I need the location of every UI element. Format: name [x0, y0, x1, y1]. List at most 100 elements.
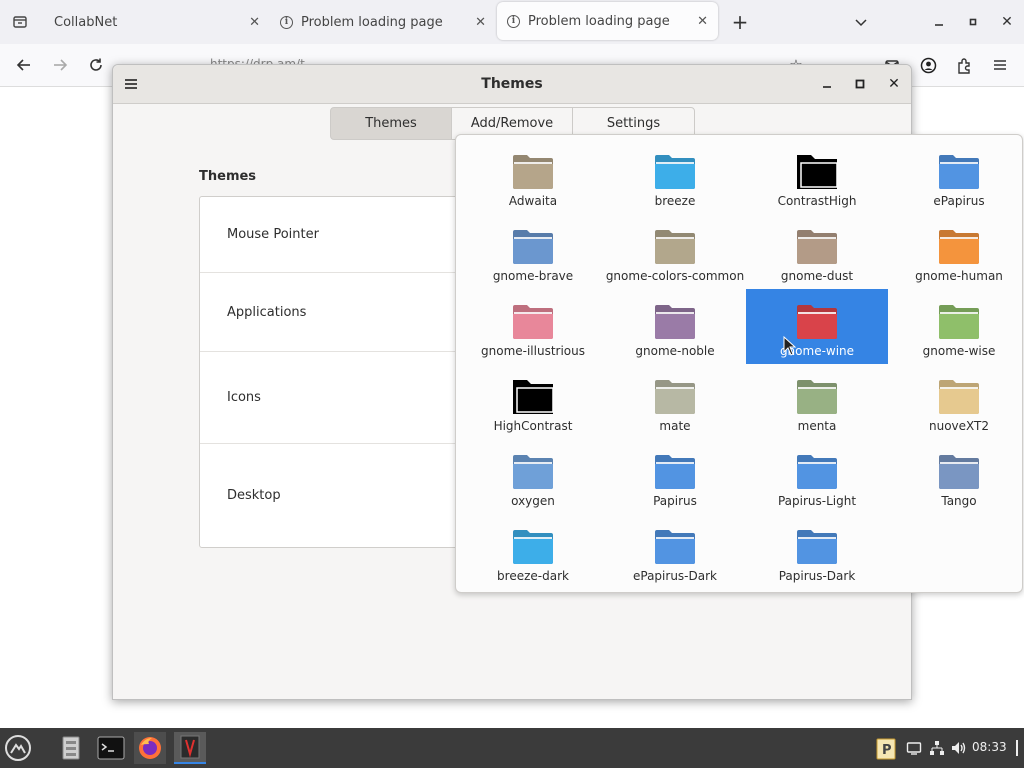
folder-icon	[797, 155, 838, 189]
category-label: Desktop	[227, 488, 281, 503]
theme-item-gnome-wine[interactable]: gnome-wine	[746, 289, 888, 364]
theme-item-adwaita[interactable]: Adwaita	[462, 139, 604, 214]
category-mouse-pointer[interactable]: Mouse Pointer	[200, 197, 498, 273]
theme-item-papirus-dark[interactable]: Papirus-Dark	[746, 514, 888, 589]
theme-item-epapirus[interactable]: ePapirus	[888, 139, 1024, 214]
theme-label: gnome-dust	[780, 269, 854, 283]
extensions-icon[interactable]	[951, 52, 977, 78]
theme-item-epapirus-dark[interactable]: ePapirus-Dark	[604, 514, 746, 589]
theme-item-gnome-illustrious[interactable]: gnome-illustrious	[462, 289, 604, 364]
theme-label: nuoveXT2	[928, 419, 989, 433]
parcellite-icon[interactable]: P	[876, 736, 896, 760]
back-icon[interactable]	[11, 52, 37, 78]
close-tab-icon[interactable]: ✕	[697, 14, 708, 29]
category-label: Applications	[227, 304, 307, 320]
tab-title: Problem loading page	[528, 13, 670, 29]
theme-item-highcontrast[interactable]: HighContrast	[462, 364, 604, 439]
theme-item-menta[interactable]: menta	[746, 364, 888, 439]
theme-item-papirus[interactable]: Papirus	[604, 439, 746, 514]
theme-label: ContrastHigh	[777, 194, 857, 208]
start-menu-icon[interactable]	[2, 732, 34, 764]
folder-icon	[797, 455, 837, 489]
theme-label: Papirus	[653, 494, 697, 508]
minimize-icon[interactable]	[815, 72, 839, 96]
network-icon[interactable]	[929, 740, 945, 759]
terminal-icon[interactable]	[95, 732, 127, 764]
folder-icon	[939, 155, 979, 189]
theme-item-gnome-brave[interactable]: gnome-brave	[462, 214, 604, 289]
theme-item-gnome-human[interactable]: gnome-human	[888, 214, 1024, 289]
volume-icon[interactable]	[950, 740, 968, 759]
theme-item-gnome-dust[interactable]: gnome-dust	[746, 214, 888, 289]
folder-icon	[513, 230, 553, 264]
reload-icon[interactable]	[83, 52, 109, 78]
theme-label: gnome-wine	[779, 344, 855, 358]
theme-label: gnome-illustrious	[481, 344, 585, 358]
close-tab-icon[interactable]: ✕	[475, 15, 486, 30]
close-window-icon[interactable]: ✕	[995, 10, 1019, 34]
tab-overflow-chevron-icon[interactable]	[849, 10, 873, 34]
folder-icon	[797, 530, 837, 564]
folder-icon	[655, 380, 695, 414]
display-icon[interactable]	[906, 740, 922, 759]
folder-icon	[939, 230, 979, 264]
folder-icon	[655, 155, 695, 189]
new-tab-button[interactable]: +	[728, 10, 752, 34]
taskbar-clock: 08:33	[972, 740, 1007, 754]
theme-categories-list: Mouse Pointer Applications Icons Desktop	[199, 196, 499, 548]
tab-title: Problem loading page	[301, 14, 443, 30]
folder-icon	[797, 230, 837, 264]
theme-item-gnome-wise[interactable]: gnome-wise	[888, 289, 1024, 364]
power-icon[interactable]	[1012, 738, 1022, 761]
minimize-window-icon[interactable]	[927, 10, 951, 34]
theme-label: Adwaita	[508, 194, 558, 208]
theme-item-oxygen[interactable]: oxygen	[462, 439, 604, 514]
theme-label: gnome-brave	[492, 269, 574, 283]
theme-item-gnome-noble[interactable]: gnome-noble	[604, 289, 746, 364]
theme-label: Tango	[941, 494, 977, 508]
forward-icon[interactable]	[47, 52, 73, 78]
browser-tab-active[interactable]: i Problem loading page ✕	[497, 2, 718, 40]
theme-label: gnome-human	[915, 269, 1003, 283]
info-icon: i	[280, 15, 293, 29]
browser-tab[interactable]: CollabNet ✕	[44, 0, 270, 44]
theme-item-mate[interactable]: mate	[604, 364, 746, 439]
category-label: Icons	[227, 390, 261, 405]
file-manager-icon[interactable]	[55, 732, 87, 764]
theme-label: gnome-noble	[635, 344, 715, 358]
maximize-icon[interactable]	[848, 72, 872, 96]
maximize-window-icon[interactable]	[961, 10, 985, 34]
folder-icon	[513, 305, 553, 339]
category-applications[interactable]: Applications	[200, 273, 498, 352]
tab-list-icon[interactable]	[8, 10, 32, 34]
browser-tab[interactable]: i Problem loading page ✕	[270, 0, 496, 44]
theme-label: Papirus-Light	[777, 494, 857, 508]
folder-icon	[513, 530, 553, 564]
close-icon[interactable]: ✕	[882, 72, 906, 96]
close-tab-icon[interactable]: ✕	[249, 15, 260, 30]
theme-item-gnome-colors-common[interactable]: gnome-colors-common	[604, 214, 746, 289]
menu-icon[interactable]	[987, 52, 1013, 78]
folder-icon	[655, 455, 695, 489]
category-icons[interactable]: Icons	[200, 352, 498, 444]
firefox-icon[interactable]	[134, 732, 166, 764]
tab-themes[interactable]: Themes	[330, 107, 452, 140]
theme-item-tango[interactable]: Tango	[888, 439, 1024, 514]
category-desktop[interactable]: Desktop	[200, 444, 498, 547]
icon-theme-popover: Adwaita breeze ContrastHigh ePapirus gnome-b…	[455, 134, 1023, 593]
window-title: Themes	[481, 76, 543, 92]
account-icon[interactable]	[915, 52, 941, 78]
theme-label: ePapirus	[933, 194, 985, 208]
folder-icon	[939, 380, 979, 414]
text-editor-icon[interactable]	[174, 732, 206, 764]
theme-item-contrasthigh[interactable]: ContrastHigh	[746, 139, 888, 214]
folder-icon	[513, 380, 554, 414]
theme-item-breeze-dark[interactable]: breeze-dark	[462, 514, 604, 589]
svg-text:P: P	[882, 743, 892, 758]
theme-item-breeze[interactable]: breeze	[604, 139, 746, 214]
theme-label: HighContrast	[493, 419, 573, 433]
folder-icon	[797, 305, 837, 339]
theme-item-nuovext2[interactable]: nuoveXT2	[888, 364, 1024, 439]
mouse-cursor-icon	[783, 336, 797, 356]
theme-item-papirus-light[interactable]: Papirus-Light	[746, 439, 888, 514]
